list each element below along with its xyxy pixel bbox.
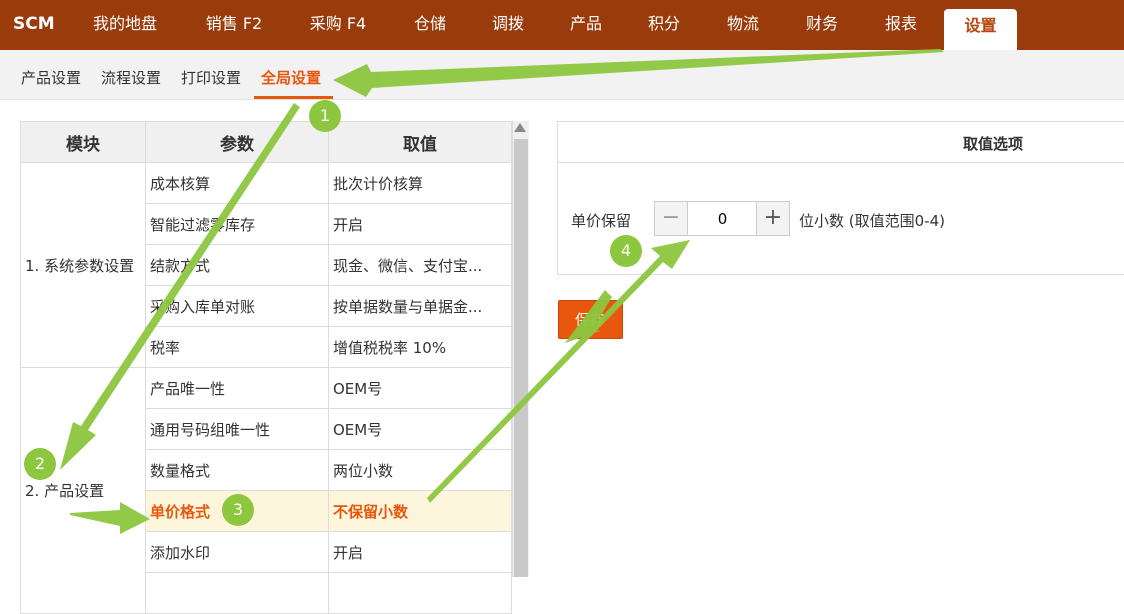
nav-item-my-area[interactable]: 我的地盘 [76, 0, 174, 50]
scroll-up-arrow-icon[interactable] [514, 123, 526, 132]
header-param: 参数 [145, 121, 329, 163]
nav-item-transfer[interactable]: 调拨 [478, 0, 538, 50]
subnav-print-settings[interactable]: 打印设置 [181, 67, 241, 88]
decrement-button[interactable]: − [655, 202, 688, 235]
value-cell[interactable]: 开启 [328, 531, 512, 573]
price-decimal-label: 单价保留 [571, 212, 632, 230]
param-cell[interactable]: 成本核算 [145, 162, 329, 204]
value-cell[interactable]: 按单据数量与单据金... [328, 285, 512, 327]
nav-item-logistics[interactable]: 物流 [713, 0, 773, 50]
value-cell[interactable] [328, 572, 512, 614]
save-button[interactable]: 保存 [558, 300, 623, 339]
param-cell[interactable]: 采购入库单对账 [145, 285, 329, 327]
step-badge-1: 1 [309, 100, 341, 132]
value-cell[interactable]: 批次计价核算 [328, 162, 512, 204]
step-badge-3: 3 [222, 494, 254, 526]
nav-item-storage[interactable]: 仓储 [400, 0, 460, 50]
panel-title: 取值选项 [963, 135, 1024, 153]
table-row[interactable]: 2. 产品设置 产品唯一性 OEM号 [20, 367, 512, 614]
settings-table: 模块 参数 取值 1. 系统参数设置 成本核算 批次计价核算 智能过滤零库存 开… [20, 121, 512, 614]
step-badge-2: 2 [24, 448, 56, 480]
app-logo: SCM [13, 14, 55, 34]
nav-item-points[interactable]: 积分 [634, 0, 694, 50]
table-row[interactable]: 1. 系统参数设置 成本核算 批次计价核算 [20, 162, 512, 368]
nav-item-product[interactable]: 产品 [556, 0, 616, 50]
value-cell[interactable]: OEM号 [328, 408, 512, 450]
module-cell: 1. 系统参数设置 [20, 162, 146, 368]
sub-navbar: 产品设置 流程设置 打印设置 全局设置 [0, 50, 1124, 100]
param-cell[interactable]: 数量格式 [145, 449, 329, 491]
top-navbar: SCM 我的地盘 销售 F2 采购 F4 仓储 调拨 产品 积分 物流 财务 报… [0, 0, 1124, 50]
decimal-stepper: − + [654, 201, 790, 236]
value-cell[interactable]: 不保留小数 [328, 490, 512, 532]
param-cell[interactable]: 通用号码组唯一性 [145, 408, 329, 450]
subnav-product-settings[interactable]: 产品设置 [21, 67, 81, 88]
active-tab-underline [254, 96, 333, 99]
value-cell[interactable]: OEM号 [328, 367, 512, 409]
header-value: 取值 [328, 121, 512, 163]
param-cell[interactable]: 智能过滤零库存 [145, 203, 329, 245]
subnav-global-settings[interactable]: 全局设置 [261, 67, 321, 88]
param-cell[interactable]: 添加水印 [145, 531, 329, 573]
panel-header: 取值选项 [558, 122, 1124, 163]
subnav-process-settings[interactable]: 流程设置 [101, 67, 161, 88]
increment-button[interactable]: + [756, 202, 789, 235]
nav-item-reports[interactable]: 报表 [871, 0, 931, 50]
step-badge-4: 4 [610, 235, 642, 267]
nav-item-purchase[interactable]: 采购 F4 [293, 0, 383, 50]
value-cell[interactable]: 两位小数 [328, 449, 512, 491]
header-module: 模块 [20, 121, 146, 163]
scrollbar-thumb[interactable] [514, 139, 528, 577]
value-cell[interactable]: 现金、微信、支付宝... [328, 244, 512, 286]
decimal-places-input[interactable] [688, 202, 757, 235]
value-cell[interactable]: 增值税税率 10% [328, 326, 512, 368]
param-cell[interactable]: 产品唯一性 [145, 367, 329, 409]
value-options-panel: 取值选项 单价保留 − + 位小数 (取值范围0-4) [557, 121, 1124, 275]
nav-item-finance[interactable]: 财务 [792, 0, 852, 50]
decimal-range-hint: 位小数 (取值范围0-4) [799, 212, 945, 230]
param-cell[interactable]: 结款方式 [145, 244, 329, 286]
param-cell[interactable]: 税率 [145, 326, 329, 368]
nav-item-settings[interactable]: 设置 [944, 9, 1017, 50]
nav-item-sales[interactable]: 销售 F2 [188, 0, 280, 50]
table-header-row: 模块 参数 取值 [20, 121, 512, 163]
param-cell[interactable] [145, 572, 329, 614]
value-cell[interactable]: 开启 [328, 203, 512, 245]
